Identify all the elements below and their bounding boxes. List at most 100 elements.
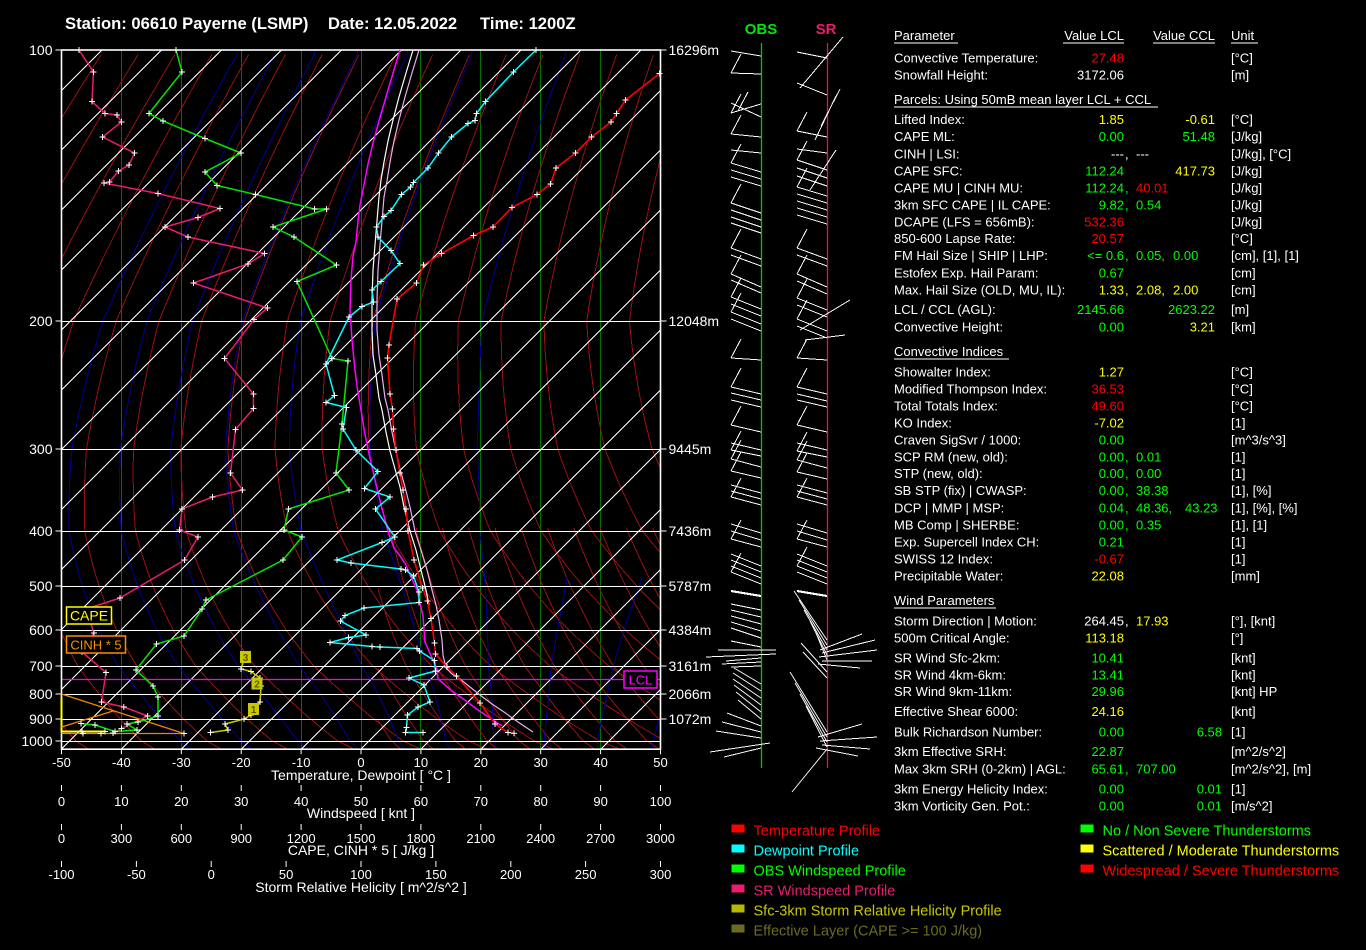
- svg-text:850-600 Lapse Rate:: 850-600 Lapse Rate:: [894, 231, 1015, 246]
- svg-text:Value CCL: Value CCL: [1153, 28, 1215, 43]
- svg-text:,: ,: [1125, 466, 1129, 481]
- svg-text:20: 20: [174, 794, 188, 809]
- svg-text:250: 250: [575, 867, 597, 882]
- svg-text:2145.66: 2145.66: [1077, 302, 1124, 317]
- svg-text:1.85: 1.85: [1099, 112, 1124, 127]
- svg-text:2400: 2400: [526, 831, 555, 846]
- svg-text:0.00: 0.00: [1099, 319, 1124, 334]
- svg-text:0: 0: [58, 831, 65, 846]
- svg-text:3: 3: [243, 653, 249, 664]
- svg-text:Max 3km SRH (0-2km) | AGL:: Max 3km SRH (0-2km) | AGL:: [894, 761, 1066, 776]
- svg-text:[knt] HP: [knt] HP: [1231, 684, 1277, 699]
- svg-text:0.00: 0.00: [1099, 433, 1124, 448]
- svg-text:SR: SR: [816, 21, 837, 38]
- svg-text:CAPE MU | CINH MU:: CAPE MU | CINH MU:: [894, 181, 1023, 196]
- svg-text:,: ,: [1125, 181, 1129, 196]
- svg-text:[1]: [1]: [1231, 416, 1245, 431]
- svg-text:,: ,: [1125, 197, 1129, 212]
- svg-text:[cm], [1], [1]: [cm], [1], [1]: [1231, 248, 1299, 263]
- svg-text:-20: -20: [232, 755, 251, 770]
- svg-text:[J/kg]: [J/kg]: [1231, 129, 1262, 144]
- svg-text:12048m: 12048m: [669, 313, 720, 329]
- svg-text:0.67: 0.67: [1099, 265, 1124, 280]
- svg-text:800: 800: [29, 686, 53, 702]
- svg-text:Effective Layer (CAPE >= 100 J: Effective Layer (CAPE >= 100 J/kg): [754, 924, 983, 940]
- svg-text:-0.67: -0.67: [1094, 552, 1124, 567]
- svg-text:17.93: 17.93: [1136, 614, 1169, 629]
- svg-text:STP (new, old):: STP (new, old):: [894, 466, 983, 481]
- svg-text:3161m: 3161m: [669, 658, 712, 674]
- svg-text:0.00: 0.00: [1173, 248, 1198, 263]
- svg-text:0.01: 0.01: [1197, 798, 1222, 813]
- svg-text:200: 200: [29, 313, 53, 329]
- svg-text:Scattered / Moderate Thunderst: Scattered / Moderate Thunderstorms: [1103, 844, 1340, 860]
- svg-text:Widespread / Severe Thundersto: Widespread / Severe Thunderstorms: [1103, 864, 1340, 880]
- svg-text:90: 90: [593, 794, 607, 809]
- svg-text:SWISS 12 Index:: SWISS 12 Index:: [894, 552, 993, 567]
- svg-text:[1]: [1]: [1231, 466, 1245, 481]
- svg-text:Date: 12.05.2022: Date: 12.05.2022: [328, 14, 457, 33]
- svg-text:---: ---: [1111, 147, 1124, 162]
- svg-text:[m^2/s^2]: [m^2/s^2]: [1231, 744, 1286, 759]
- svg-text:[J/kg]: [J/kg]: [1231, 164, 1262, 179]
- svg-text:3km Energy Helicity Index:: 3km Energy Helicity Index:: [894, 782, 1048, 797]
- svg-text:5787m: 5787m: [669, 578, 712, 594]
- svg-text:0.00: 0.00: [1099, 466, 1124, 481]
- svg-text:600: 600: [29, 622, 53, 638]
- svg-text:60: 60: [414, 794, 428, 809]
- svg-text:600: 600: [170, 831, 192, 846]
- svg-text:Effective Shear 6000:: Effective Shear 6000:: [894, 704, 1018, 719]
- svg-text:[1], [%]: [1], [%]: [1231, 483, 1271, 498]
- svg-text:FM Hail Size | SHIP | LHP:: FM Hail Size | SHIP | LHP:: [894, 248, 1048, 263]
- svg-text:Temperature, Dewpoint [ °C ]: Temperature, Dewpoint [ °C ]: [271, 767, 451, 783]
- svg-text:Craven SigSvr / 1000:: Craven SigSvr / 1000:: [894, 433, 1021, 448]
- svg-text:SR Wind Sfc-2km:: SR Wind Sfc-2km:: [894, 651, 1000, 666]
- svg-text:[1]: [1]: [1231, 725, 1245, 740]
- svg-text:70: 70: [474, 794, 488, 809]
- svg-text:Total Totals Index:: Total Totals Index:: [894, 399, 998, 414]
- svg-text:[m]: [m]: [1231, 302, 1249, 317]
- svg-text:4384m: 4384m: [669, 622, 712, 638]
- svg-text:9.82: 9.82: [1099, 197, 1124, 212]
- svg-text:SB STP (fix) | CWASP:: SB STP (fix) | CWASP:: [894, 483, 1027, 498]
- svg-text:[°C]: [°C]: [1231, 399, 1253, 414]
- svg-text:[1], [1]: [1], [1]: [1231, 517, 1267, 532]
- svg-text:0.00: 0.00: [1136, 466, 1161, 481]
- svg-text:CINH | LSI:: CINH | LSI:: [894, 147, 960, 162]
- svg-text:SR Wind 4km-6km:: SR Wind 4km-6km:: [894, 667, 1006, 682]
- svg-text:112.24: 112.24: [1085, 164, 1124, 179]
- svg-text:112.24: 112.24: [1085, 181, 1124, 196]
- svg-text:2100: 2100: [466, 831, 495, 846]
- svg-text:[°C]: [°C]: [1231, 51, 1253, 66]
- svg-text:Estofex Exp. Hail Param:: Estofex Exp. Hail Param:: [894, 265, 1039, 280]
- svg-text:0.35: 0.35: [1136, 517, 1161, 532]
- svg-text:264.45: 264.45: [1084, 614, 1124, 629]
- svg-text:<= 0.6: <= 0.6: [1087, 248, 1124, 263]
- svg-text:1.33: 1.33: [1099, 282, 1124, 297]
- svg-text:10.41: 10.41: [1091, 651, 1124, 666]
- svg-text:Lifted Index:: Lifted Index:: [894, 112, 965, 127]
- svg-text:-50: -50: [52, 755, 71, 770]
- svg-text:-100: -100: [48, 867, 74, 882]
- svg-text:2623.22: 2623.22: [1168, 302, 1215, 317]
- svg-text:Station: 06610 Payerne (LSMP): Station: 06610 Payerne (LSMP): [65, 14, 308, 33]
- svg-text:500m Critical Angle:: 500m Critical Angle:: [894, 631, 1010, 646]
- svg-text:CAPE, CINH * 5 [ J/kg ]: CAPE, CINH * 5 [ J/kg ]: [288, 842, 434, 858]
- svg-text:[cm]: [cm]: [1231, 265, 1256, 280]
- svg-text:0.00: 0.00: [1099, 483, 1124, 498]
- svg-text:0.00: 0.00: [1099, 798, 1124, 813]
- svg-text:Exp. Supercell Index CH:: Exp. Supercell Index CH:: [894, 535, 1039, 550]
- svg-text:,: ,: [1125, 517, 1129, 532]
- svg-text:-7.02: -7.02: [1094, 416, 1124, 431]
- svg-text:CINH * 5: CINH * 5: [70, 638, 121, 653]
- svg-text:Showalter Index:: Showalter Index:: [894, 365, 991, 380]
- svg-text:Modified Thompson Index:: Modified Thompson Index:: [894, 382, 1047, 397]
- svg-text:Unit: Unit: [1231, 28, 1255, 43]
- svg-text:-30: -30: [172, 755, 191, 770]
- svg-text:CAPE ML:: CAPE ML:: [894, 129, 955, 144]
- svg-text:No / Non Severe Thunderstorms: No / Non Severe Thunderstorms: [1103, 824, 1311, 840]
- svg-text:[knt]: [knt]: [1231, 704, 1256, 719]
- svg-text:20.57: 20.57: [1091, 231, 1124, 246]
- svg-text:Value LCL: Value LCL: [1064, 28, 1124, 43]
- svg-text:,: ,: [1125, 282, 1129, 297]
